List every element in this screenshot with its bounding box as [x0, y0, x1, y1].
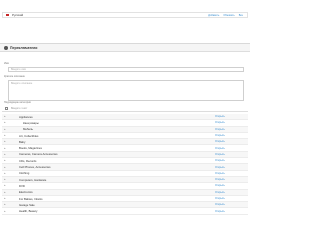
language-link-all[interactable]: Все: [239, 14, 243, 17]
category-name: Garage Sale: [19, 202, 35, 207]
expand-icon[interactable]: ▸: [2, 134, 8, 137]
open-link[interactable]: Открыть: [215, 115, 225, 118]
settings-icon: [4, 45, 8, 50]
open-link[interactable]: Открыть: [215, 210, 225, 213]
open-link[interactable]: Открыть: [215, 147, 225, 150]
expand-icon[interactable]: ▸: [2, 172, 8, 175]
category-name: Cameras, Camera Accessories: [19, 152, 58, 157]
category-name: Books, Magazines: [19, 146, 42, 151]
category-name: Electronics: [19, 190, 33, 195]
open-link[interactable]: Открыть: [215, 140, 225, 143]
expand-icon[interactable]: ▸: [2, 210, 8, 213]
open-link[interactable]: Открыть: [215, 197, 225, 200]
category-search-input[interactable]: Введите текст: [11, 107, 27, 110]
expand-icon[interactable]: ▸: [2, 128, 8, 131]
open-link[interactable]: Открыть: [215, 128, 225, 131]
expand-icon[interactable]: ▸: [2, 191, 8, 194]
category-search-bar[interactable]: Введите текст: [2, 106, 248, 112]
category-name: CDs, Records: [19, 158, 37, 163]
expand-icon[interactable]: ▸: [2, 115, 8, 118]
language-row[interactable]: Русский Добавить Обновить Все: [2, 12, 248, 18]
language-link-add[interactable]: Добавить: [208, 14, 219, 17]
category-label: Подходящие категории: [4, 101, 31, 104]
open-link[interactable]: Открыть: [215, 178, 225, 181]
table-row[interactable]: ▸ Health, Beauty Открыть: [2, 208, 248, 215]
open-link[interactable]: Открыть: [215, 166, 225, 169]
expand-icon[interactable]: ▸: [2, 197, 8, 200]
category-table: ▸ Appliances Открыть ▸ Канцтовары Открыть ▸ Меб…: [2, 114, 248, 215]
expand-icon[interactable]: ▸: [2, 203, 8, 206]
expand-icon[interactable]: ▸: [2, 121, 8, 124]
open-link[interactable]: Открыть: [215, 121, 225, 124]
select-all-checkbox[interactable]: [5, 107, 8, 110]
expand-icon[interactable]: ▸: [2, 147, 8, 150]
expand-icon[interactable]: ▸: [2, 153, 8, 156]
open-link[interactable]: Открыть: [215, 203, 225, 206]
language-link-update[interactable]: Обновить: [223, 14, 234, 17]
category-name: Computers, Hardware: [19, 177, 47, 182]
open-link[interactable]: Открыть: [215, 159, 225, 162]
category-name: Канцтовары: [23, 120, 39, 125]
category-name: Health, Beauty: [19, 209, 38, 214]
expand-icon[interactable]: ▸: [2, 184, 8, 187]
language-links: Добавить Обновить Все: [208, 14, 243, 17]
open-link[interactable]: Открыть: [215, 134, 225, 137]
category-name: For Babies, Infants: [19, 196, 43, 201]
category-name: Clothing: [19, 171, 30, 176]
open-link[interactable]: Открыть: [215, 172, 225, 175]
panel-title: Переключатели: [10, 45, 38, 50]
name-input[interactable]: Введите имя: [8, 67, 244, 72]
expand-icon[interactable]: ▸: [2, 166, 8, 169]
panel-header: Переключатели: [0, 44, 250, 52]
category-name: Baby: [19, 139, 26, 144]
expand-icon[interactable]: ▸: [2, 159, 8, 162]
category-name: Art, Collectibles: [19, 133, 39, 138]
language-name: Русский: [12, 13, 24, 17]
open-link[interactable]: Открыть: [215, 153, 225, 156]
expand-icon[interactable]: ▸: [2, 178, 8, 181]
category-name: Appliances: [19, 114, 33, 119]
open-link[interactable]: Открыть: [215, 184, 225, 187]
description-label: Краткое описание: [4, 75, 25, 78]
expand-icon[interactable]: ▸: [2, 140, 8, 143]
flag-icon: [6, 14, 9, 16]
description-textarea[interactable]: Введите описание: [8, 80, 244, 101]
category-name: Мебель: [23, 127, 34, 132]
open-link[interactable]: Открыть: [215, 191, 225, 194]
category-name: Cell Phones, Accessories: [19, 165, 51, 170]
category-name: DVD: [19, 183, 25, 188]
name-label: Имя: [4, 62, 9, 65]
